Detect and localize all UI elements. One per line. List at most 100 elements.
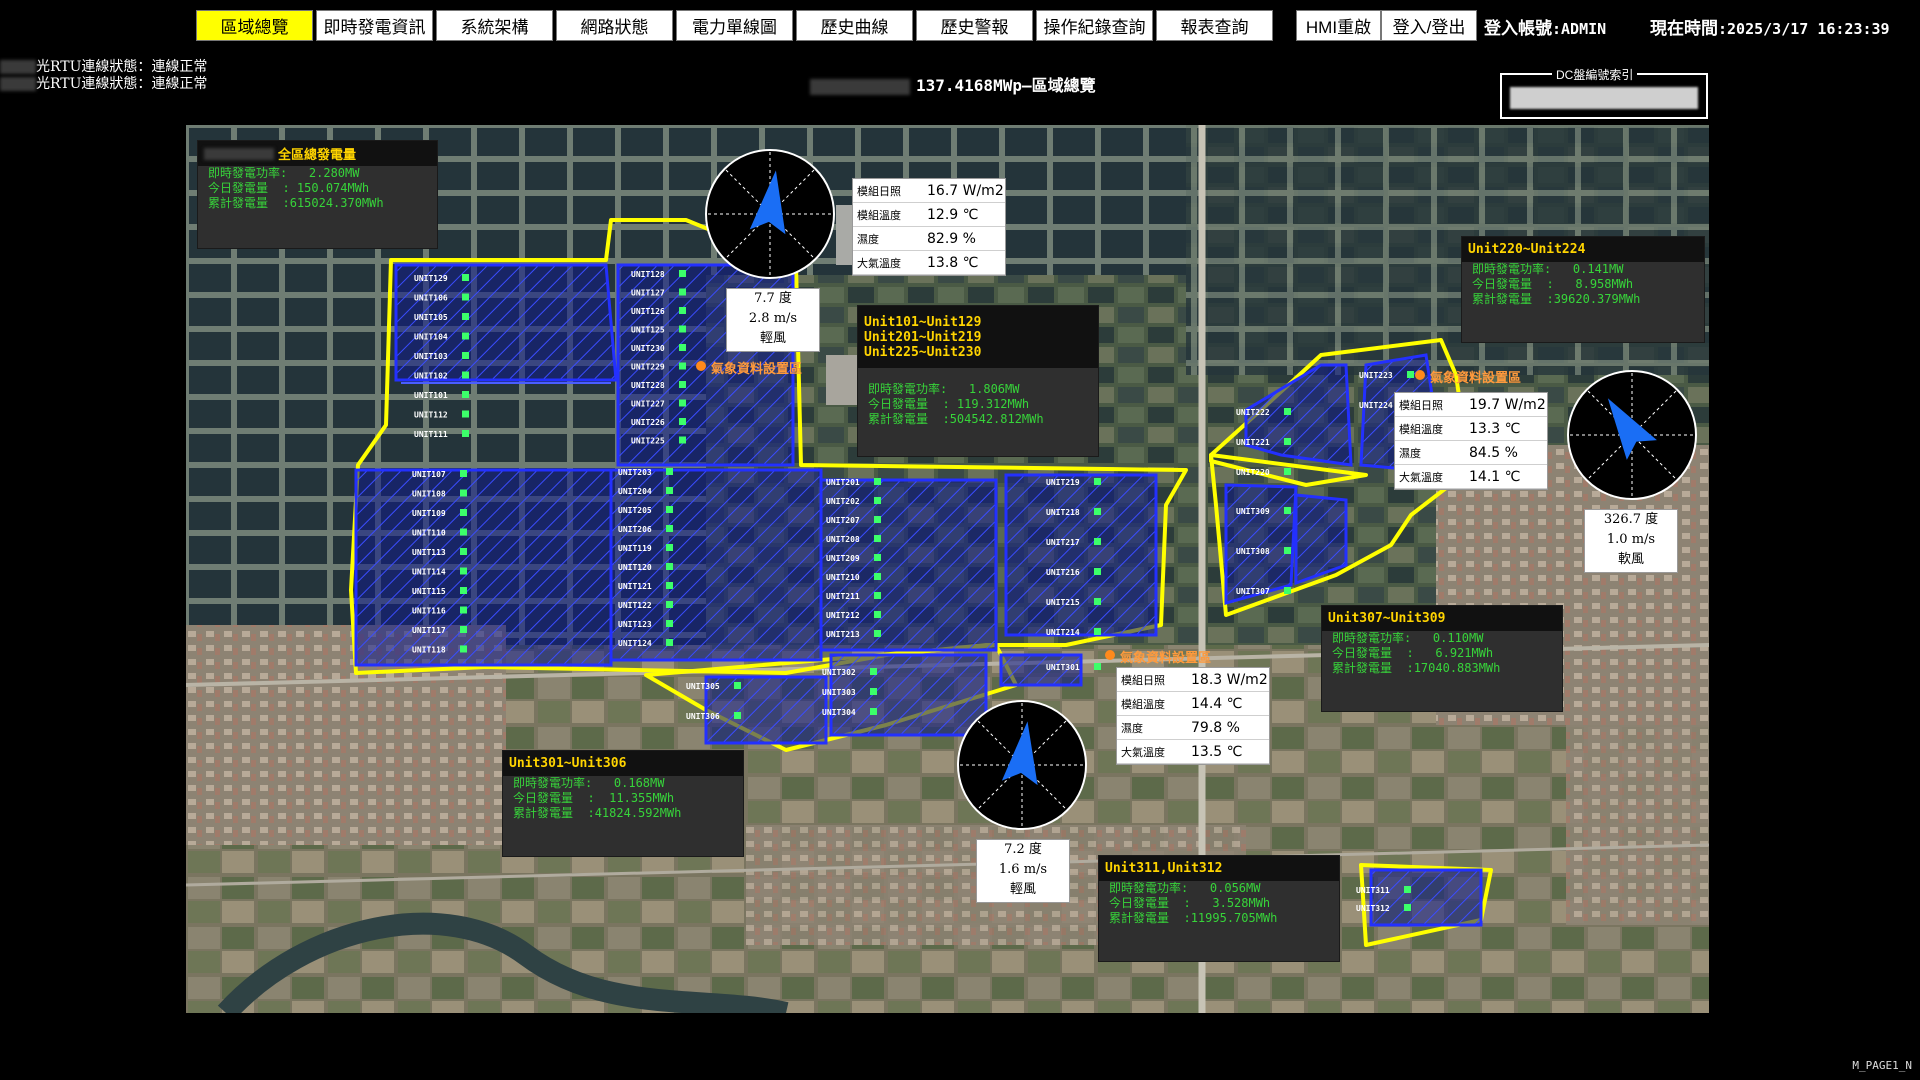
group-panel-g2[interactable]: Unit220~Unit224 即時發電功率: 0.141MW 今日發電量 : …: [1461, 236, 1705, 343]
group-panel-title: Unit101~Unit129 Unit201~Unit219 Unit225~…: [858, 306, 1098, 368]
unit-label-unit217[interactable]: UNIT217: [1046, 538, 1080, 547]
unit-label-unit109[interactable]: UNIT109: [412, 509, 446, 518]
unit-label-unit110[interactable]: UNIT110: [412, 529, 446, 538]
unit-label-unit214[interactable]: UNIT214: [1046, 628, 1080, 637]
weather-sensor-marker[interactable]: [1415, 370, 1425, 380]
tab-7[interactable]: 操作紀錄查詢: [1036, 10, 1153, 41]
unit-label-unit225[interactable]: UNIT225: [631, 437, 665, 446]
irradiance-label: 模組日照: [857, 184, 901, 198]
unit-label-unit209[interactable]: UNIT209: [826, 554, 860, 563]
unit-label-unit128[interactable]: UNIT128: [631, 270, 665, 279]
tab-4[interactable]: 電力單線圖: [676, 10, 793, 41]
unit-label-unit307[interactable]: UNIT307: [1236, 587, 1270, 596]
unit-label-unit229[interactable]: UNIT229: [631, 363, 665, 372]
unit-label-unit202[interactable]: UNIT202: [826, 497, 860, 506]
group-panel-g5[interactable]: Unit311,Unit312 即時發電功率: 0.056MW 今日發電量 : …: [1098, 855, 1340, 962]
unit-label-unit204[interactable]: UNIT204: [618, 487, 652, 496]
unit-label-unit308[interactable]: UNIT308: [1236, 547, 1270, 556]
unit-label-unit222[interactable]: UNIT222: [1236, 408, 1270, 417]
tab-3[interactable]: 網路狀態: [556, 10, 673, 41]
unit-label-unit107[interactable]: UNIT107: [412, 470, 446, 479]
unit-label-unit123[interactable]: UNIT123: [618, 620, 652, 629]
unit-label-unit103[interactable]: UNIT103: [414, 352, 448, 361]
unit-label-unit114[interactable]: UNIT114: [412, 568, 446, 577]
unit-label-unit303[interactable]: UNIT303: [822, 688, 856, 697]
weather-sensor-marker[interactable]: [696, 361, 706, 371]
unit-label-unit112[interactable]: UNIT112: [414, 411, 448, 420]
tab-6[interactable]: 歷史警報: [916, 10, 1033, 41]
hmi-reset-button[interactable]: HMI重啟: [1296, 10, 1381, 41]
unit-label-unit213[interactable]: UNIT213: [826, 630, 860, 639]
unit-label-unit203[interactable]: UNIT203: [618, 468, 652, 477]
unit-label-unit220[interactable]: UNIT220: [1236, 468, 1270, 477]
unit-label-unit223[interactable]: UNIT223: [1359, 371, 1393, 380]
irradiance-label: 模組日照: [1121, 673, 1165, 687]
unit-label-unit101[interactable]: UNIT101: [414, 391, 448, 400]
unit-label-unit306[interactable]: UNIT306: [686, 712, 720, 721]
unit-label-unit206[interactable]: UNIT206: [618, 525, 652, 534]
unit-label-unit117[interactable]: UNIT117: [412, 626, 446, 635]
unit-label-unit227[interactable]: UNIT227: [631, 400, 665, 409]
unit-label-unit215[interactable]: UNIT215: [1046, 598, 1080, 607]
unit-label-unit201[interactable]: UNIT201: [826, 478, 860, 487]
unit-label-unit120[interactable]: UNIT120: [618, 563, 652, 572]
unit-label-unit127[interactable]: UNIT127: [631, 289, 665, 298]
total-cumulative-row: 累計發電量 :615024.370MWh: [198, 196, 437, 211]
tab-8[interactable]: 報表查詢: [1156, 10, 1273, 41]
unit-label-unit211[interactable]: UNIT211: [826, 592, 860, 601]
humidity-value: 84.5 %: [1469, 444, 1518, 461]
group-panel-g4[interactable]: Unit301~Unit306 即時發電功率: 0.168MW 今日發電量 : …: [502, 750, 744, 857]
unit-label-unit221[interactable]: UNIT221: [1236, 438, 1270, 447]
unit-label-unit129[interactable]: UNIT129: [414, 274, 448, 283]
unit-label-unit302[interactable]: UNIT302: [822, 668, 856, 677]
unit-label-unit118[interactable]: UNIT118: [412, 646, 446, 655]
unit-status-marker: [462, 313, 469, 320]
group-panel-g3[interactable]: Unit307~Unit309 即時發電功率: 0.110MW 今日發電量 : …: [1321, 605, 1563, 712]
unit-label-unit122[interactable]: UNIT122: [618, 601, 652, 610]
tab-2[interactable]: 系統架構: [436, 10, 553, 41]
unit-label-unit312[interactable]: UNIT312: [1356, 904, 1390, 913]
tab-5[interactable]: 歷史曲線: [796, 10, 913, 41]
unit-label-unit126[interactable]: UNIT126: [631, 307, 665, 316]
unit-label-unit216[interactable]: UNIT216: [1046, 568, 1080, 577]
dc-index-select[interactable]: [1510, 87, 1698, 109]
unit-label-unit219[interactable]: UNIT219: [1046, 478, 1080, 487]
tab-1[interactable]: 即時發電資訊: [316, 10, 433, 41]
group-power-value: 0.141MW: [1551, 262, 1624, 276]
unit-status-marker: [460, 548, 467, 555]
unit-label-unit106[interactable]: UNIT106: [414, 294, 448, 303]
unit-label-unit208[interactable]: UNIT208: [826, 535, 860, 544]
unit-label-unit111[interactable]: UNIT111: [414, 430, 448, 439]
tab-0[interactable]: 區域總覽: [196, 10, 313, 41]
unit-label-unit205[interactable]: UNIT205: [618, 506, 652, 515]
unit-label-unit125[interactable]: UNIT125: [631, 326, 665, 335]
unit-label-unit304[interactable]: UNIT304: [822, 708, 856, 717]
unit-label-unit218[interactable]: UNIT218: [1046, 508, 1080, 517]
unit-label-unit230[interactable]: UNIT230: [631, 344, 665, 353]
unit-status-marker: [1284, 408, 1291, 415]
wind-speed: 1.6 m/s: [998, 862, 1048, 877]
unit-label-unit305[interactable]: UNIT305: [686, 682, 720, 691]
unit-label-unit210[interactable]: UNIT210: [826, 573, 860, 582]
unit-label-unit226[interactable]: UNIT226: [631, 418, 665, 427]
unit-label-unit115[interactable]: UNIT115: [412, 587, 446, 596]
unit-label-unit108[interactable]: UNIT108: [412, 490, 446, 499]
login-logout-button[interactable]: 登入/登出: [1381, 10, 1477, 41]
unit-label-unit124[interactable]: UNIT124: [618, 639, 652, 648]
group-panel-g1[interactable]: Unit101~Unit129 Unit201~Unit219 Unit225~…: [857, 305, 1099, 457]
unit-label-unit119[interactable]: UNIT119: [618, 544, 652, 553]
unit-label-unit121[interactable]: UNIT121: [618, 582, 652, 591]
weather-sensor-marker[interactable]: [1105, 650, 1115, 660]
unit-label-unit311[interactable]: UNIT311: [1356, 886, 1390, 895]
unit-label-unit105[interactable]: UNIT105: [414, 313, 448, 322]
unit-label-unit102[interactable]: UNIT102: [414, 372, 448, 381]
unit-label-unit104[interactable]: UNIT104: [414, 333, 448, 342]
unit-label-unit309[interactable]: UNIT309: [1236, 507, 1270, 516]
unit-label-unit224[interactable]: UNIT224: [1359, 401, 1393, 410]
unit-label-unit113[interactable]: UNIT113: [412, 548, 446, 557]
unit-label-unit116[interactable]: UNIT116: [412, 607, 446, 616]
unit-label-unit301[interactable]: UNIT301: [1046, 663, 1080, 672]
unit-label-unit207[interactable]: UNIT207: [826, 516, 860, 525]
unit-label-unit212[interactable]: UNIT212: [826, 611, 860, 620]
unit-label-unit228[interactable]: UNIT228: [631, 381, 665, 390]
